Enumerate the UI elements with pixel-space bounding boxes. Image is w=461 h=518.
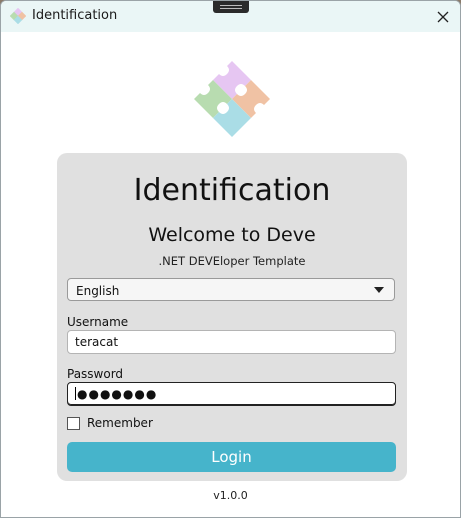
login-button[interactable]: Login [67,442,396,472]
username-field[interactable]: teracat [67,330,396,354]
language-selected-value: English [76,284,120,298]
version-label: v1.0.0 [213,489,248,502]
language-select[interactable]: English [67,278,395,301]
close-icon [437,11,449,22]
remember-checkbox[interactable] [67,417,80,430]
password-label: Password [67,367,124,381]
close-button[interactable] [426,1,460,32]
username-value: teracat [75,335,119,349]
password-field[interactable]: ●●●●●●● [67,382,396,406]
window-title: Identification [32,8,118,23]
puzzle-icon [10,8,26,24]
remember-label[interactable]: Remember [87,416,153,430]
username-label: Username [67,315,129,329]
login-window: Identification Identification Welcome to… [0,0,461,518]
text-caret [75,387,76,400]
card-title: Identification [133,173,331,208]
title-bar[interactable]: Identification [1,1,460,32]
welcome-text: Welcome to Deve [148,224,316,246]
drag-grip[interactable] [213,1,249,13]
login-card: Identification Welcome to Deve .NET DEVE… [57,153,407,481]
dropdown-arrow-icon [374,287,384,293]
tagline-text: .NET DEVEloper Template [158,254,306,268]
puzzle-logo [194,61,270,137]
password-value: ●●●●●●● [77,387,158,401]
